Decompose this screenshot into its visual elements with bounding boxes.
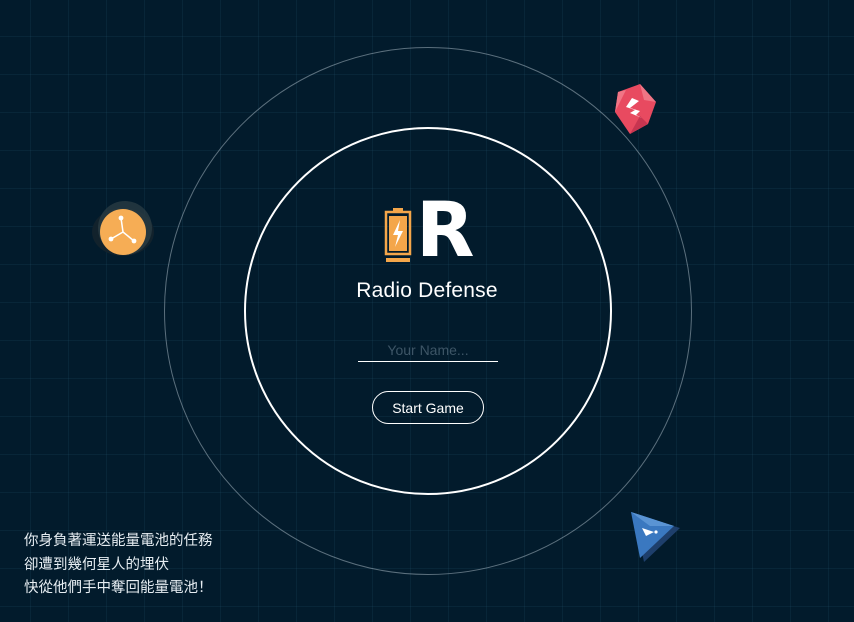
start-game-button[interactable]: Start Game	[372, 391, 484, 424]
red-gem-enemy-icon	[615, 84, 656, 134]
story-line: 你身負著運送能量電池的任務	[24, 533, 213, 549]
orange-circle-enemy-icon	[92, 201, 154, 256]
game-logo: R	[384, 192, 475, 268]
game-title: Radio Defense	[356, 279, 498, 302]
blue-triangle-enemy-icon	[631, 512, 680, 562]
player-name-input[interactable]	[358, 338, 498, 362]
game-stage: R Radio Defense Start Game 你身負著運送能量電池的任務…	[0, 0, 854, 622]
story-text: 你身負著運送能量電池的任務 卻遭到幾何星人的埋伏 快從他們手中奪回能量電池！	[24, 530, 213, 601]
story-line: 快從他們手中奪回能量電池！	[24, 580, 213, 596]
story-line: 卻遭到幾何星人的埋伏	[24, 556, 169, 573]
inner-orbit-ring	[244, 127, 612, 495]
battery-icon	[384, 208, 412, 262]
logo-letter: R	[416, 185, 475, 274]
